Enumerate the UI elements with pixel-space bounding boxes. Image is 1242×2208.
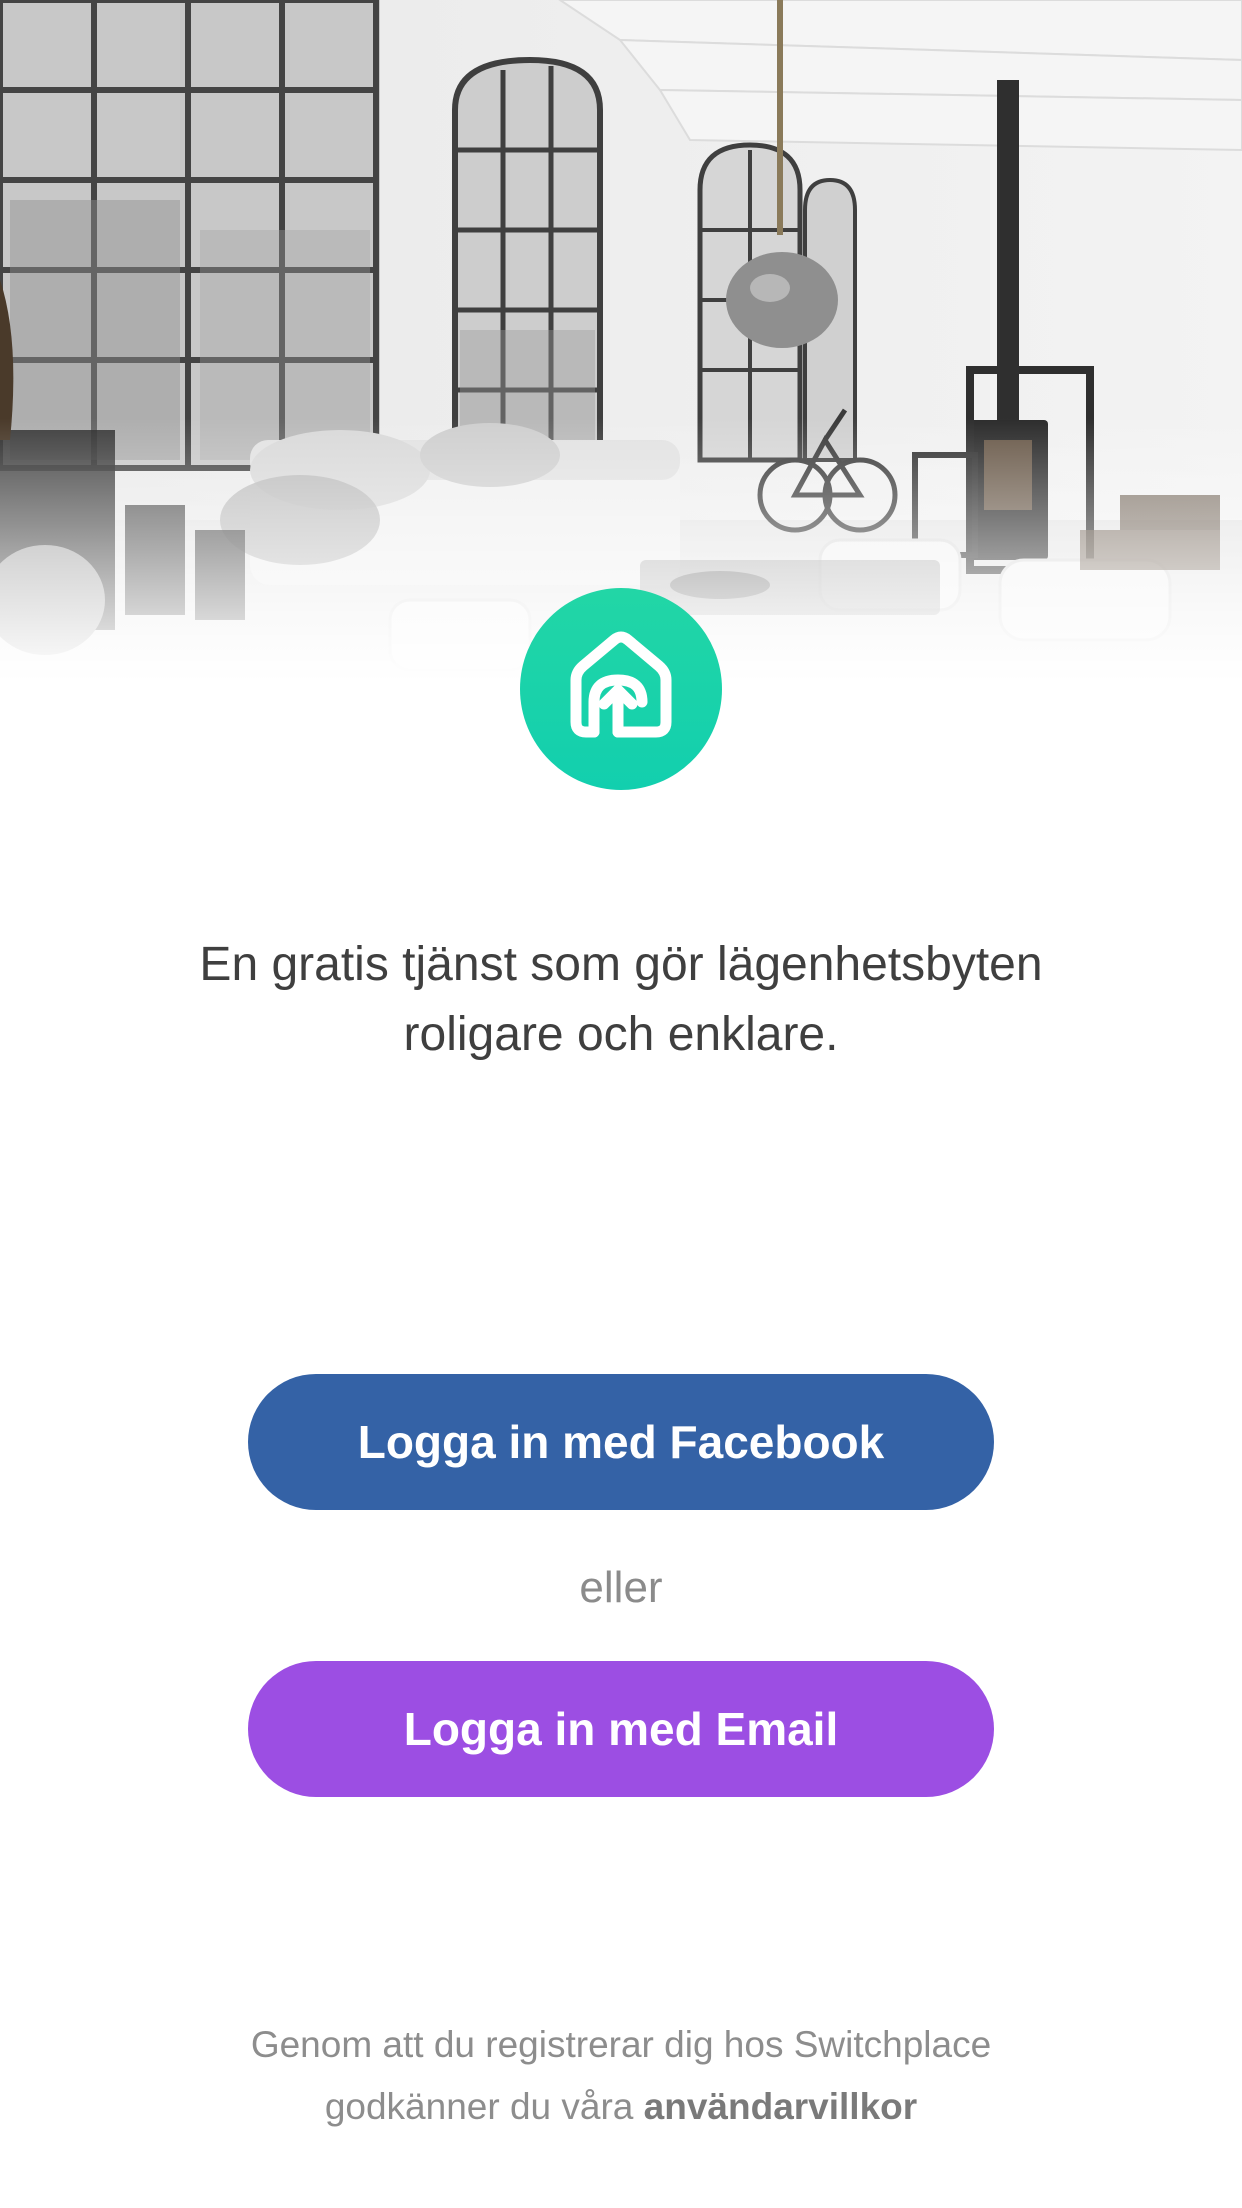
or-separator: eller (579, 1563, 663, 1612)
tagline: En gratis tjänst som gör lägenhetsbyten … (0, 930, 1242, 1070)
tagline-line-1: En gratis tjänst som gör lägenhetsbyten (199, 938, 1043, 991)
terms-notice-line-2: godkänner du våra användarvillkor (0, 2076, 1242, 2138)
terms-notice-prefix: godkänner du våra (324, 2086, 634, 2127)
terms-notice-line-1: Genom att du registrerar dig hos Switchp… (250, 2024, 992, 2065)
email-login-button[interactable]: Logga in med Email (248, 1661, 994, 1797)
app-logo (520, 588, 722, 790)
tagline-line-2: roligare och enklare. (403, 1008, 839, 1061)
terms-of-use-link[interactable]: användarvillkor (644, 2086, 918, 2127)
facebook-login-button[interactable]: Logga in med Facebook (248, 1374, 994, 1510)
house-upload-icon (570, 631, 672, 738)
terms-notice: Genom att du registrerar dig hos Switchp… (0, 2014, 1242, 2138)
